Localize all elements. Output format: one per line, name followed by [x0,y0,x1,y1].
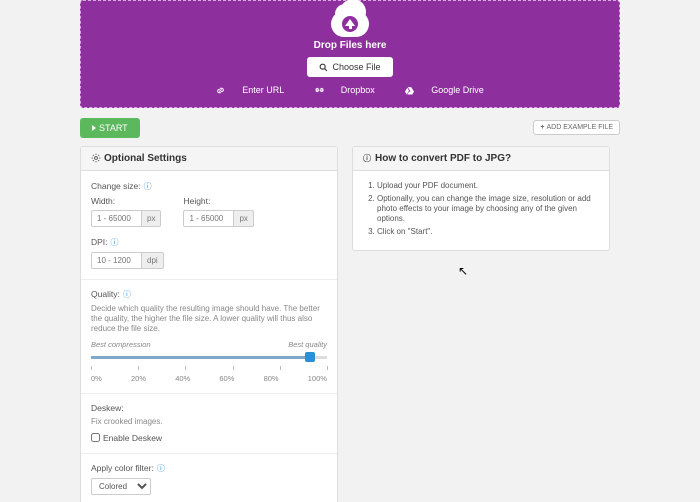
howto-steps: Upload your PDF document. Optionally, yo… [363,181,599,237]
quality-help: Decide which quality the resulting image… [91,304,327,334]
deskew-help: Fix crooked images. [91,417,327,427]
play-icon [92,125,96,131]
deskew-label: Deskew: [91,403,124,413]
info-icon: ⓘ [363,153,371,164]
quality-slider[interactable] [91,352,327,362]
quality-label: Quality: [91,289,120,299]
dpi-label: DPI: [91,237,108,247]
gear-icon [91,153,100,163]
width-input[interactable] [91,210,141,227]
choose-file-label: Choose File [332,62,380,72]
info-icon[interactable]: ⓘ [123,289,131,300]
info-icon[interactable]: ⓘ [157,463,165,474]
plus-icon: + [540,124,544,131]
list-item: Click on "Start". [377,227,599,237]
enter-url-link[interactable]: Enter URL [209,85,291,95]
link-icon [216,86,225,95]
info-icon[interactable]: ⓘ [144,181,152,192]
dropbox-icon [315,86,324,95]
choose-file-button[interactable]: Choose File [307,57,392,77]
height-label: Height: [183,196,210,206]
dropzone[interactable]: Drop Files here Choose File Enter URL Dr… [80,0,620,108]
color-filter-select[interactable]: Colored [91,478,151,495]
width-label: Width: [91,196,115,206]
height-input[interactable] [183,210,233,227]
list-item: Optionally, you can change the image siz… [377,194,599,224]
search-icon [319,63,328,72]
quality-slider-max-label: Best quality [288,340,327,349]
list-item: Upload your PDF document. [377,181,599,191]
enable-deskew-checkbox[interactable] [91,433,100,442]
deskew-checkbox-row[interactable]: Enable Deskew [91,433,327,443]
height-unit: px [233,210,253,227]
optional-settings-title: Optional Settings [104,153,187,164]
google-drive-icon [405,86,414,95]
add-example-file-button[interactable]: + ADD EXAMPLE FILE [533,120,620,135]
howto-panel: ⓘ How to convert PDF to JPG? Upload your… [352,146,610,251]
google-drive-link[interactable]: Google Drive [398,85,491,95]
dropbox-link[interactable]: Dropbox [308,85,382,95]
change-size-label: Change size: [91,181,141,191]
cloud-upload-icon [331,11,369,37]
color-filter-label: Apply color filter: [91,463,154,473]
quality-slider-min-label: Best compression [91,340,151,349]
width-unit: px [141,210,161,227]
howto-title: How to convert PDF to JPG? [375,153,511,164]
dpi-unit: dpi [141,252,164,269]
start-button-top[interactable]: START [80,118,140,138]
dropzone-links: Enter URL Dropbox Google Drive [81,85,619,97]
dpi-input[interactable] [91,252,141,269]
dropzone-title: Drop Files here [81,40,619,51]
info-icon[interactable]: ⓘ [111,237,119,248]
optional-settings-panel: Optional Settings Change size:ⓘ Width: p… [80,146,338,502]
